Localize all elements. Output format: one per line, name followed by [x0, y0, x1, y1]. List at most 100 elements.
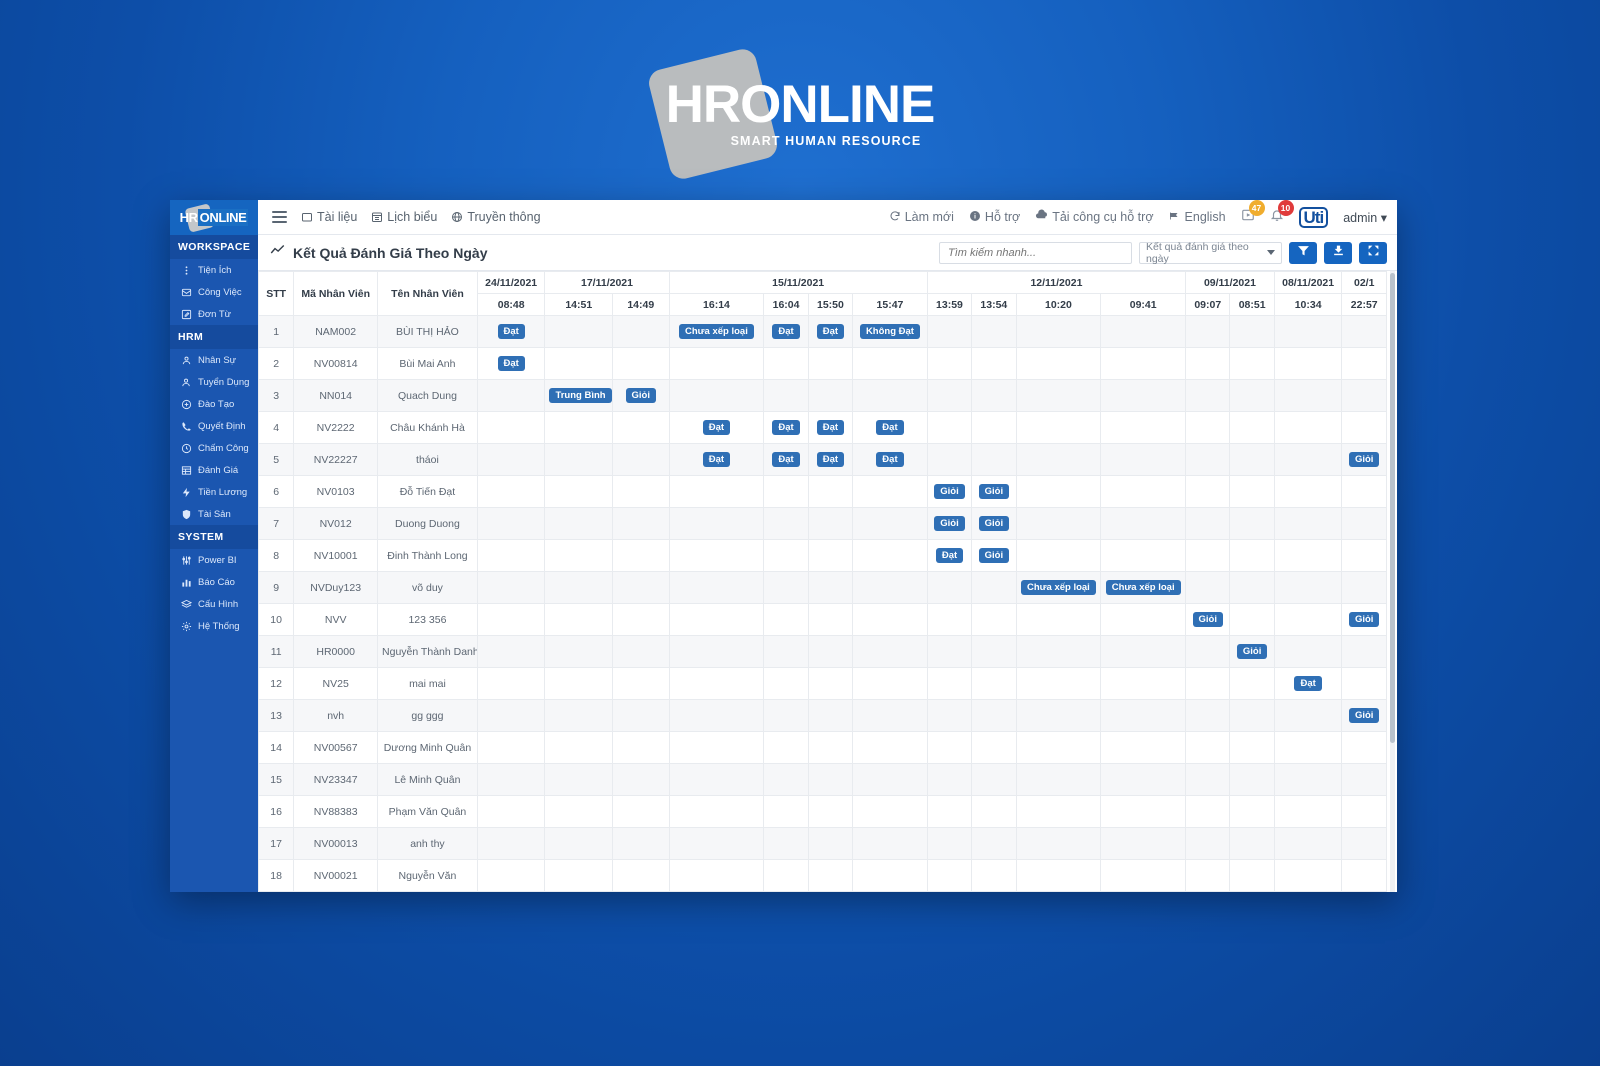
refresh-button[interactable]: Làm mới	[889, 210, 954, 225]
evaluation-badge[interactable]: Không Đạt	[859, 323, 920, 340]
date-group-header: 24/11/2021	[476, 271, 546, 294]
dots-vertical-icon	[180, 264, 192, 276]
fullscreen-button[interactable]	[1359, 241, 1387, 264]
evaluation-badge[interactable]: Đạt	[497, 355, 525, 372]
table-row[interactable]: 4 NV2222 Châu Khánh Hà Đạt Đạt Đạt Đạt	[258, 411, 1387, 444]
cloud-download-icon	[1035, 209, 1048, 225]
table-row[interactable]: 10 NVV 123 356 Giỏi Giỏi	[258, 603, 1387, 636]
evaluation-badge[interactable]: Giỏi	[1192, 611, 1223, 628]
sidebar-item-cham-cong[interactable]: Chấm Công	[170, 437, 258, 459]
evaluation-badge[interactable]: Giỏi	[1348, 707, 1380, 724]
sidebar-item-dao-tao[interactable]: Đào Tạo	[170, 393, 258, 415]
cell-evaluation	[668, 635, 765, 668]
cell-evaluation	[763, 507, 809, 540]
sidebar-item-bao-cao[interactable]: Báo Cáo	[170, 571, 258, 593]
evaluation-badge[interactable]: Giỏi	[1348, 611, 1380, 628]
table-row[interactable]: 3 NN014 Quach Dung Trung Bình Giỏi	[258, 379, 1387, 412]
cell-evaluation	[1229, 347, 1275, 380]
evaluation-badge[interactable]: Đạt	[772, 419, 800, 436]
evaluation-badge[interactable]: Chưa xếp loại	[1020, 579, 1096, 596]
nav-item-truyen-thong[interactable]: Truyền thông	[451, 210, 541, 224]
sidebar-item-nhan-su[interactable]: Nhân Sự	[170, 349, 258, 371]
search-input[interactable]	[939, 241, 1132, 264]
table-row[interactable]: 15 NV23347 Lê Minh Quân	[258, 763, 1387, 796]
evaluation-badge[interactable]: Đạt	[935, 547, 964, 564]
table-row[interactable]: 11 HR0000 Nguyễn Thành Danh Giỏi	[258, 635, 1387, 668]
vertical-scrollbar[interactable]	[1390, 273, 1395, 743]
sidebar-item-cong-viec[interactable]: Công Việc	[170, 281, 258, 303]
evaluation-badge[interactable]: Đạt	[876, 451, 904, 468]
sidebar-item-quyet-dinh[interactable]: Quyết Định	[170, 415, 258, 437]
cell-evaluation	[926, 731, 973, 764]
evaluation-badge[interactable]: Đạt	[816, 419, 845, 436]
download-tools-button[interactable]: Tải công cụ hỗ trợ	[1035, 209, 1154, 225]
sidebar-item-danh-gia[interactable]: Đánh Giá	[170, 459, 258, 481]
messages-button[interactable]: 47	[1241, 200, 1265, 227]
download-button[interactable]	[1324, 241, 1352, 264]
evaluation-badge[interactable]: Đạt	[702, 451, 731, 468]
evaluation-badge[interactable]: Đạt	[702, 419, 731, 436]
evaluation-badge[interactable]: Đạt	[876, 419, 904, 436]
evaluation-badge[interactable]: Giỏi	[934, 515, 965, 532]
table-row[interactable]: 13 nvh gg ggg Giỏi	[258, 699, 1387, 732]
cell-evaluation	[612, 635, 670, 668]
evaluation-badge[interactable]: Giỏi	[934, 483, 965, 500]
sidebar-item-don-tu[interactable]: Đơn Từ	[170, 303, 258, 325]
notifications-button[interactable]: 10	[1270, 200, 1294, 227]
report-type-select[interactable]: Kết quả đánh giá theo ngày	[1139, 240, 1282, 265]
cell-stt: 15	[258, 763, 295, 796]
cell-evaluation	[763, 603, 809, 636]
table-row[interactable]: 14 NV00567 Dương Minh Quân	[258, 731, 1387, 764]
sidebar-item-power-bi[interactable]: Power BI	[170, 549, 258, 571]
language-button[interactable]: English	[1169, 210, 1226, 225]
evaluation-badge[interactable]: Đạt	[1294, 675, 1322, 692]
table-row[interactable]: 18 NV00021 Nguyễn Văn	[258, 859, 1387, 892]
cell-evaluation	[1229, 379, 1275, 412]
sidebar-item-tien-luong[interactable]: Tiền Lương	[170, 481, 258, 503]
table-row[interactable]: 16 NV88383 Phạm Văn Quân	[258, 795, 1387, 828]
sidebar-item-tuyen-dung[interactable]: Tuyển Dụng	[170, 371, 258, 393]
sidebar-item-tai-san[interactable]: Tài Sản	[170, 503, 258, 525]
evaluation-badge[interactable]: Đạt	[497, 323, 525, 340]
evaluation-badge[interactable]: Đạt	[816, 451, 845, 468]
table-row[interactable]: 2 NV00814 Bùi Mai Anh Đạt	[258, 347, 1387, 380]
table-row[interactable]: 12 NV25 mai mai Đạt	[258, 667, 1387, 700]
evaluation-badge[interactable]: Giỏi	[1236, 643, 1268, 660]
sidebar-item-cau-hinh[interactable]: Cấu Hình	[170, 593, 258, 615]
table-row[interactable]: 17 NV00013 anh thy	[258, 827, 1387, 860]
cell-employee-code: NV00021	[293, 859, 379, 892]
menu-toggle-button[interactable]	[272, 211, 287, 223]
evaluation-badge[interactable]: Giỏi	[1348, 451, 1380, 468]
table-icon	[180, 464, 192, 476]
table-row[interactable]: 8 NV10001 Đinh Thành Long Đạt Giỏi	[258, 539, 1387, 572]
evaluation-badge[interactable]: Chưa xếp loại	[1105, 579, 1181, 596]
evaluation-badge[interactable]: Giỏi	[978, 483, 1010, 500]
evaluation-badge[interactable]: Giỏi	[625, 387, 657, 404]
table-row[interactable]: 1 NAM002 BÙI THỊ HẢO Đạt Chưa xếp loại Đạt Đạt…	[258, 315, 1387, 348]
table-row[interactable]: 9 NVDuy123 võ duy Chưa xếp loại Chưa xếp loạ…	[258, 571, 1387, 604]
evaluation-badge[interactable]: Giỏi	[978, 515, 1010, 532]
evaluation-badge[interactable]: Trung Bình	[549, 387, 612, 404]
gear-icon	[180, 620, 192, 632]
evaluation-badge[interactable]: Đạt	[816, 323, 845, 340]
account-menu[interactable]: admin ▾	[1343, 210, 1387, 225]
sidebar-item-he-thong[interactable]: Hệ Thống	[170, 615, 258, 637]
evaluation-badge[interactable]: Đạt	[772, 323, 800, 340]
sidebar-item-tien-ich[interactable]: Tiện Ích	[170, 259, 258, 281]
table-row[interactable]: 6 NV0103 Đỗ Tiến Đạt Giỏi Giỏi	[258, 475, 1387, 508]
app-logo[interactable]: HR ONLINE	[170, 200, 258, 235]
evaluation-badge[interactable]: Đạt	[772, 451, 800, 468]
nav-item-lich-bieu[interactable]: Lịch biểu	[371, 210, 437, 224]
evaluation-badge[interactable]: Chưa xếp loại	[679, 323, 754, 340]
cell-evaluation	[971, 315, 1017, 348]
support-button[interactable]: Hỗ trợ	[969, 210, 1020, 225]
nav-item-tai-lieu[interactable]: Tài liệu	[301, 210, 357, 224]
evaluation-badge[interactable]: Giỏi	[978, 547, 1010, 564]
cell-evaluation	[1229, 763, 1275, 796]
table-row[interactable]: 7 NV012 Duong Duong Giỏi Giỏi	[258, 507, 1387, 540]
report-type-value: Kết quả đánh giá theo ngày	[1146, 240, 1249, 265]
cell-evaluation	[668, 475, 765, 508]
filter-button[interactable]	[1289, 241, 1317, 264]
cell-employee-code: NV88383	[293, 795, 379, 828]
table-row[interactable]: 5 NV22227 tháoi Đạt Đạt Đạt Đạt Giỏi	[258, 443, 1387, 476]
